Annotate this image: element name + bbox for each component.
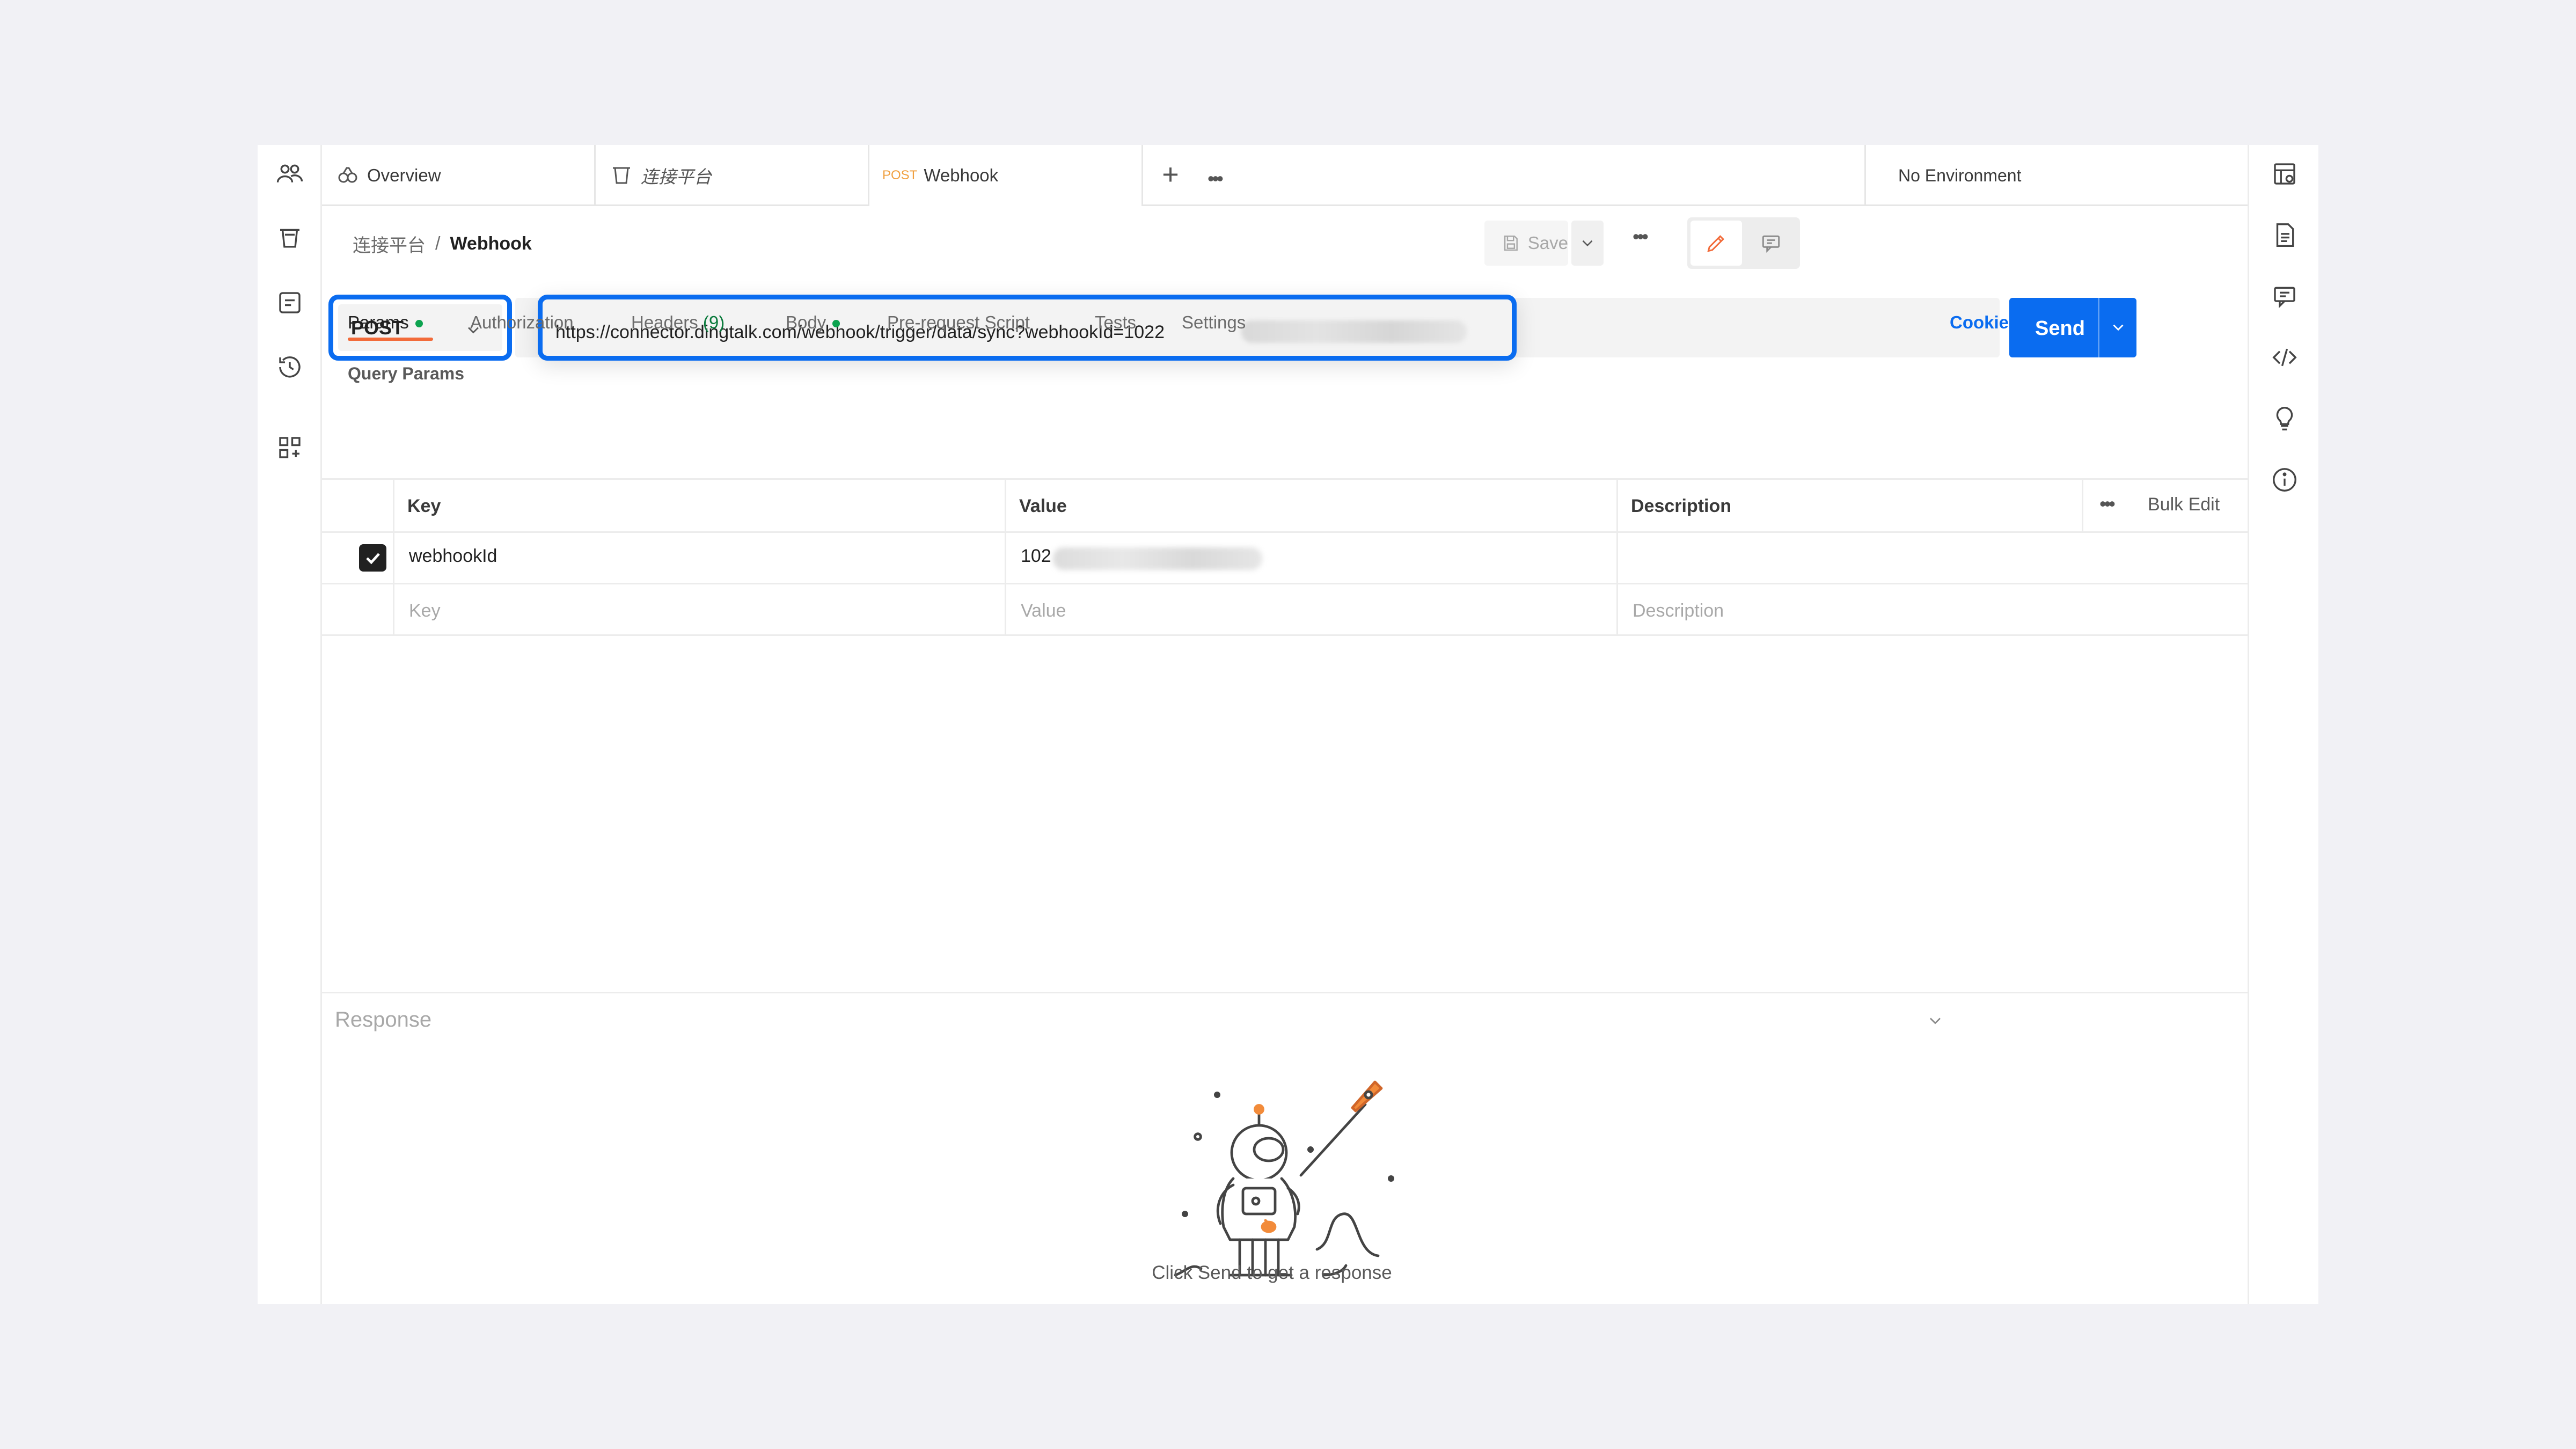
column-divider: [1616, 478, 1618, 636]
tab-webhook-request[interactable]: POST Webhook: [869, 145, 1143, 206]
comments-icon[interactable]: [2268, 280, 2301, 312]
tab-body-label: Body: [786, 312, 826, 332]
empty-response-message: Click Send to get a response: [1152, 1262, 1392, 1283]
table-options-icon[interactable]: •••: [2099, 493, 2116, 515]
collections-icon[interactable]: [274, 222, 306, 254]
tab-prerequest-script[interactable]: Pre-request Script: [887, 312, 1030, 333]
column-header-value: Value: [1019, 496, 1067, 516]
left-sidebar: [258, 145, 322, 1304]
chevron-down-icon: [1582, 240, 1593, 247]
tab-headers[interactable]: Headers (9): [631, 312, 724, 333]
overview-icon: [335, 163, 361, 188]
tab-settings[interactable]: Settings: [1182, 312, 1246, 333]
check-icon: [365, 552, 380, 564]
tab-bar: Overview 连接平台 POST Webhook + ••• No Envi…: [322, 145, 2266, 206]
description-input[interactable]: Description: [1633, 601, 1724, 621]
tab-collection-label: 连接平台: [641, 167, 712, 187]
param-key[interactable]: webhookId: [409, 546, 497, 567]
tab-overview[interactable]: Overview: [322, 145, 596, 206]
column-divider: [393, 478, 394, 636]
documentation-icon[interactable]: [2268, 219, 2301, 251]
param-value[interactable]: 102: [1021, 546, 1051, 567]
configure-workspace-icon[interactable]: [274, 431, 306, 464]
active-tab-underline: [348, 338, 433, 341]
breadcrumb-separator: /: [435, 233, 441, 254]
environment-quick-look-icon[interactable]: [2268, 158, 2301, 190]
edit-mode-button[interactable]: [1690, 221, 1742, 266]
tab-params-label: Params: [348, 312, 409, 332]
astronaut-illustration: [1174, 1080, 1395, 1277]
tab-method-label: POST: [882, 168, 918, 182]
value-input[interactable]: Value: [1021, 601, 1066, 621]
value-redaction-blur: [1053, 547, 1262, 570]
url-redaction-blur: [1241, 320, 1467, 343]
query-params-title: Query Params: [348, 364, 465, 383]
comment-icon: [1762, 235, 1780, 253]
tab-headers-label: Headers: [631, 312, 698, 332]
column-header-key: Key: [407, 496, 441, 516]
save-options-button[interactable]: [1571, 221, 1604, 266]
column-divider: [1005, 478, 1006, 636]
environment-label: No Environment: [1898, 165, 2022, 185]
tab-request-label: Webhook: [924, 165, 999, 185]
more-actions-icon[interactable]: •••: [1633, 225, 1649, 248]
table-row-empty: [322, 584, 2248, 636]
headers-count: (9): [702, 312, 725, 332]
send-label: Send: [2035, 317, 2085, 340]
new-tab-button[interactable]: +: [1156, 160, 1185, 190]
params-table-header: [322, 478, 2248, 533]
breadcrumb-collection[interactable]: 连接平台: [353, 231, 426, 257]
column-header-description: Description: [1631, 496, 1732, 516]
team-icon[interactable]: [274, 158, 306, 190]
info-icon[interactable]: [2268, 464, 2301, 496]
apis-icon[interactable]: [274, 287, 306, 319]
params-active-dot: [415, 320, 423, 328]
history-icon[interactable]: [274, 351, 306, 383]
body-active-dot: [832, 320, 840, 328]
save-icon: [1504, 235, 1518, 251]
pencil-icon: [1707, 235, 1724, 252]
chevron-down-icon[interactable]: [2109, 318, 2127, 336]
breadcrumb-request[interactable]: Webhook: [450, 233, 531, 254]
breadcrumb: 连接平台 / Webhook: [353, 231, 532, 257]
lightbulb-icon[interactable]: [2268, 402, 2301, 435]
chevron-down-icon[interactable]: [1926, 1011, 1945, 1030]
table-row: [322, 533, 2248, 584]
key-input[interactable]: Key: [409, 601, 441, 621]
collection-icon: [609, 163, 634, 188]
column-divider: [2082, 478, 2083, 533]
send-divider: [2098, 298, 2099, 357]
tab-body[interactable]: Body: [786, 312, 840, 333]
tab-more-icon[interactable]: •••: [1208, 167, 1224, 190]
save-label: Save: [1527, 233, 1568, 253]
response-title[interactable]: Response: [335, 1008, 431, 1032]
comment-mode-button[interactable]: [1745, 221, 1797, 266]
view-mode-toggle: [1687, 217, 1800, 269]
right-sidebar: [2248, 145, 2318, 1304]
tab-overview-label: Overview: [367, 165, 441, 185]
bulk-edit-link[interactable]: Bulk Edit: [2148, 494, 2220, 515]
save-button[interactable]: Save: [1484, 221, 1568, 266]
send-button[interactable]: Send: [2009, 298, 2136, 357]
tab-tests[interactable]: Tests: [1095, 312, 1136, 333]
tab-collection[interactable]: 连接平台: [596, 145, 869, 206]
response-divider: [322, 992, 2248, 993]
environment-selector[interactable]: No Environment: [1864, 145, 2296, 206]
tab-params[interactable]: Params: [348, 312, 423, 333]
tab-authorization[interactable]: Authorization: [470, 312, 574, 333]
cookies-link[interactable]: Cookies: [1950, 312, 2018, 333]
postman-app: Overview 连接平台 POST Webhook + ••• No Envi…: [258, 145, 2318, 1304]
param-enabled-checkbox[interactable]: [359, 544, 386, 572]
code-icon[interactable]: [2268, 341, 2301, 374]
